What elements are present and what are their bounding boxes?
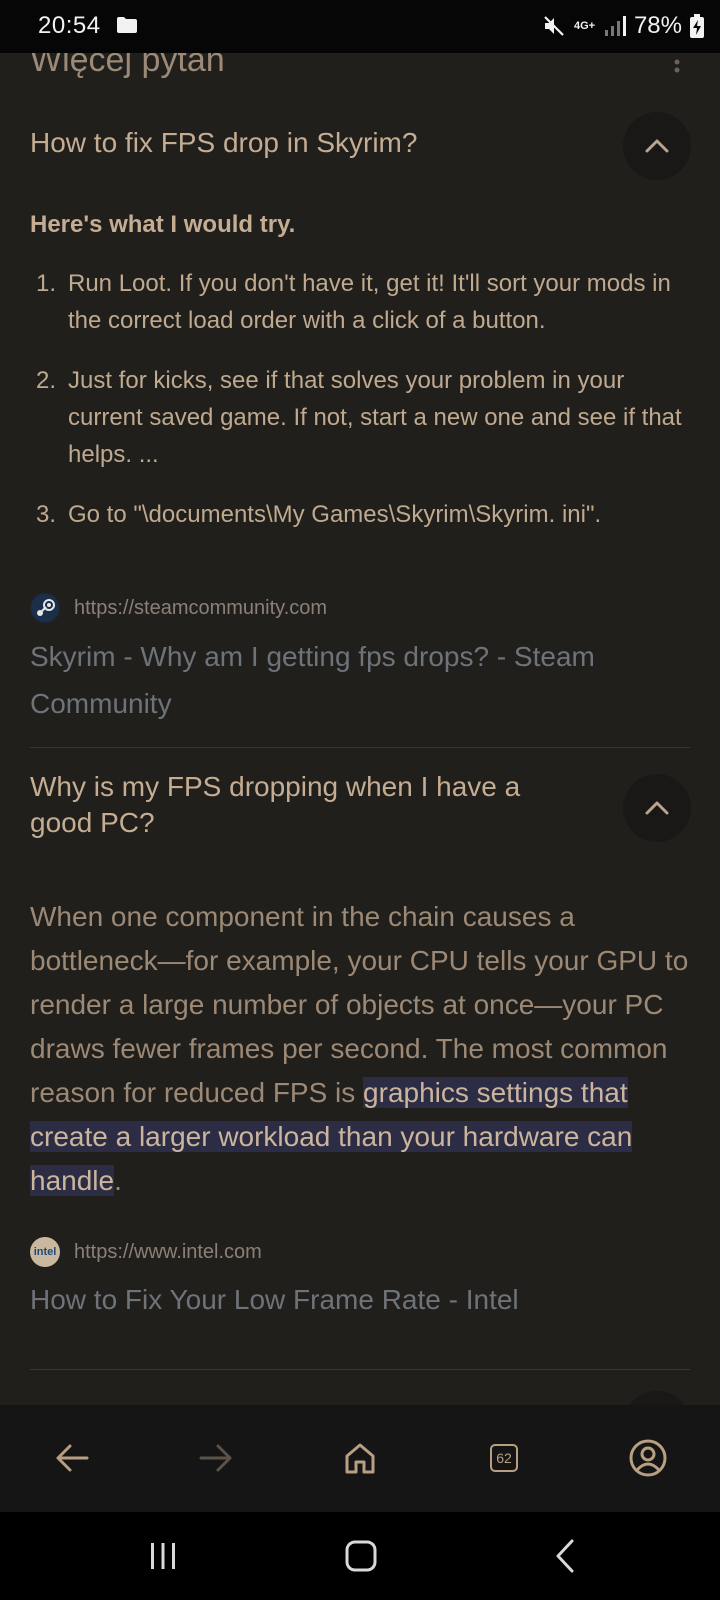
chevron-up-icon: [645, 139, 669, 153]
step-text: Just for kicks, see if that solves your …: [68, 367, 682, 468]
tabs-button[interactable]: 62: [484, 1438, 524, 1478]
faq-2-source-link[interactable]: How to Fix Your Low Frame Rate - Intel: [30, 1276, 670, 1323]
recent-apps-icon: [151, 1543, 175, 1569]
system-nav-bar: [0, 1512, 720, 1600]
more-options-icon[interactable]: [674, 59, 680, 81]
battery-icon: [690, 14, 704, 38]
step-text: Go to "\documents\My Games\Skyrim\Skyrim…: [68, 501, 602, 528]
mute-icon: [544, 16, 564, 36]
home-icon: [345, 1443, 375, 1474]
intel-favicon-icon: intel: [30, 1237, 60, 1267]
folder-icon: [117, 17, 137, 33]
source-url: https://steamcommunity.com: [74, 596, 328, 619]
recent-apps-button[interactable]: [141, 1534, 185, 1578]
account-button[interactable]: [628, 1438, 668, 1478]
back-button[interactable]: [52, 1438, 92, 1478]
list-item: 1. Run Loot. If you don't have it, get i…: [36, 270, 671, 334]
search-results-content: Więcej pytań How to fix FPS drop in Skyr…: [0, 53, 720, 1405]
system-back-button[interactable]: [543, 1534, 587, 1578]
status-right-group: 4G+ 78%: [542, 12, 704, 40]
tab-count: 62: [490, 1444, 518, 1472]
faq-2-source[interactable]: intel https://www.intel.com: [30, 1236, 262, 1268]
faq-1-steps-list: 1. Run Loot. If you don't have it, get i…: [30, 265, 690, 556]
forward-button[interactable]: [196, 1438, 236, 1478]
steam-favicon-icon: [30, 593, 60, 623]
list-item: 2. Just for kicks, see if that solves yo…: [36, 367, 682, 468]
faq-1-collapse-button[interactable]: [623, 112, 691, 180]
back-arrow-icon: [56, 1444, 89, 1472]
network-type: 4G+: [573, 19, 596, 32]
faq-question-2[interactable]: Why is my FPS dropping when I have a goo…: [30, 769, 590, 841]
divider: [30, 747, 690, 748]
source-url: https://www.intel.com: [74, 1240, 262, 1263]
status-bar: 20:54 4G+ 78%: [0, 0, 720, 53]
signal-icon: [604, 16, 626, 36]
chevron-up-icon: [645, 801, 669, 815]
faq-3-toggle-button[interactable]: [623, 1391, 691, 1405]
home-square-icon: [345, 1540, 377, 1572]
browser-toolbar: 62: [0, 1405, 720, 1512]
step-text: Run Loot. If you don't have it, get it! …: [68, 270, 671, 334]
divider: [30, 1369, 690, 1370]
faq-2-answer: When one component in the chain causes a…: [30, 895, 694, 1203]
faq-1-answer-lead: Here's what I would try.: [30, 211, 296, 238]
faq-1-source-link[interactable]: Skyrim - Why am I getting fps drops? - S…: [30, 633, 670, 727]
chevron-left-icon: [556, 1539, 574, 1573]
battery-percent: 78%: [633, 12, 682, 39]
forward-arrow-icon: [199, 1444, 232, 1472]
list-item: 3. Go to "\documents\My Games\Skyrim\Sky…: [36, 501, 602, 528]
system-home-button[interactable]: [339, 1534, 383, 1578]
faq-2-collapse-button[interactable]: [623, 774, 691, 842]
faq-1-source[interactable]: https://steamcommunity.com: [30, 592, 327, 624]
home-button[interactable]: [340, 1438, 380, 1478]
account-icon: [629, 1439, 667, 1477]
section-title: Więcej pytań: [30, 53, 225, 79]
status-time: 20:54: [38, 12, 101, 39]
faq-question-1[interactable]: How to fix FPS drop in Skyrim?: [30, 125, 590, 161]
answer-end: .: [114, 1165, 122, 1196]
